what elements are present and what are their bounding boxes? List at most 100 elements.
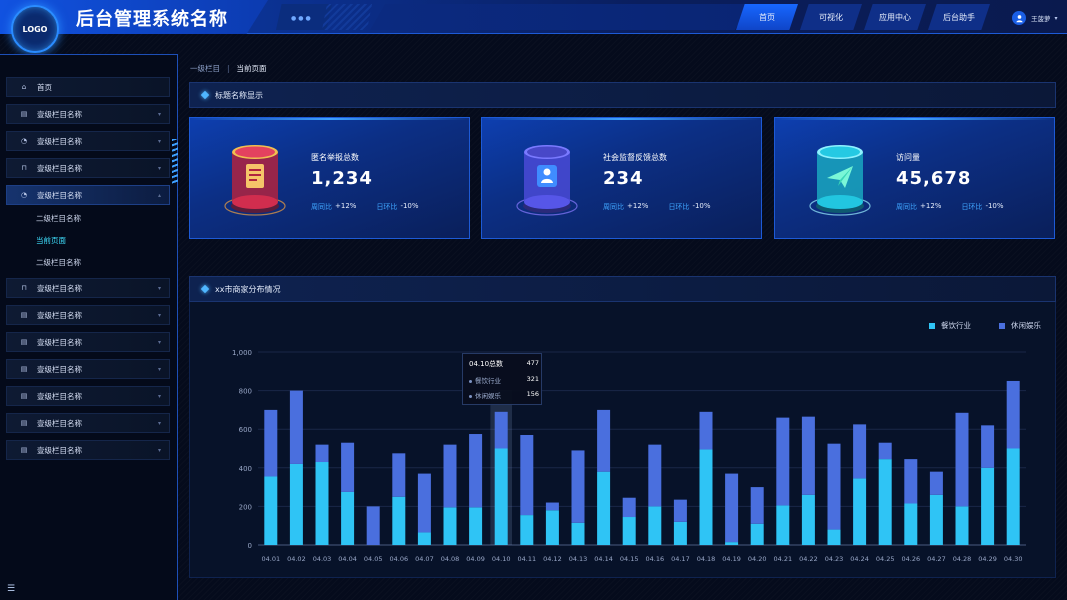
sidebar-item-label: 壹级栏目名称 [37,283,82,293]
card-label: 匿名举报总数 [311,153,359,162]
sidebar-item-11[interactable]: ▤ 壹级栏目名称 ▾ [6,440,170,460]
diamond-icon [200,284,210,294]
chevron-down-icon: ▾ [157,137,161,145]
sidebar-menu: ⌂ 首页 ▤ 壹级栏目名称 ▾ ◔ 壹级栏目名称 ▾ ⊓ 壹级栏目名称 ▾ ◔ … [6,77,170,467]
chart-panel: 餐饮行业 休闲娱乐 [189,302,1056,578]
chevron-up-icon: ▴ [157,191,161,199]
day-value: -10% [985,202,1004,210]
doc-icon: ▤ [20,419,28,427]
stat-card-reports[interactable]: 匿名举报总数 1,234 周同比 +12% 日环比 -10% [189,117,470,239]
tooltip-series-value: 321 [526,375,539,383]
caret-down-icon: ▾ [1054,14,1058,22]
sidebar-item-label: 壹级栏目名称 [37,310,82,320]
card-label: 社会监督反馈总数 [603,153,667,162]
header-stripes [322,4,372,30]
card-stats: 周同比 +12% 日环比 -10% [896,202,1024,212]
chevron-down-icon: ▾ [157,311,161,319]
doc-icon: ▤ [20,110,28,118]
stats-panel-header: 标题名称显示 [189,82,1056,108]
card-value: 234 [603,168,644,189]
sidebar-item-1[interactable]: ▤ 壹级栏目名称 ▾ [6,104,170,124]
tooltip-total: 477 [526,359,539,367]
sidebar-subitem-current[interactable]: 当前页面 [6,229,170,251]
card-value: 1,234 [311,168,373,189]
sidebar-subitem[interactable]: 二级栏目名称 [6,207,170,229]
doc-icon: ▤ [20,392,28,400]
sidebar-item-label: 壹级栏目名称 [37,163,82,173]
doc-icon: ▤ [20,446,28,454]
sidebar-item-label: 壹级栏目名称 [37,190,82,200]
user-name: 王菠萝 [1031,15,1051,23]
sidebar-edge-decoration [172,139,178,185]
tooltip-series-name: 休闲娱乐 [475,392,501,400]
avatar [1012,11,1026,25]
lock-icon: ⊓ [21,164,27,172]
chevron-down-icon: ▾ [157,446,161,454]
logo[interactable]: LOGO [11,5,59,53]
card-value: 45,678 [896,168,972,189]
chart-panel-header: xx市商家分布情况 [189,276,1056,302]
sidebar: ⌂ 首页 ▤ 壹级栏目名称 ▾ ◔ 壹级栏目名称 ▾ ⊓ 壹级栏目名称 ▾ ◔ … [0,54,178,600]
sidebar-item-5[interactable]: ⊓ 壹级栏目名称 ▾ [6,278,170,298]
stats-panel-title: 标题名称显示 [215,90,263,100]
day-label: 日环比 [961,203,983,211]
lock-icon: ⊓ [21,284,27,292]
top-header: 后台管理系统名称 ●●● 首页 可视化 应用中心 后台助手 王菠萝 ▾ [0,0,1067,40]
paper-plane-icon [809,145,871,216]
tooltip-series-value: 156 [526,390,539,398]
day-label: 日环比 [668,203,690,211]
sidebar-item-label: 壹级栏目名称 [37,391,82,401]
legend-item-leisure[interactable]: 休闲娱乐 [999,320,1041,331]
sidebar-subitem[interactable]: 二级栏目名称 [6,251,170,273]
chart-tooltip: 04.10总数 477 餐饮行业 321 休闲娱乐 156 [462,353,542,405]
nav-item-assistant[interactable]: 后台助手 [928,4,990,30]
sidebar-item-home[interactable]: ⌂ 首页 [6,77,170,97]
day-value: -10% [400,202,419,210]
sidebar-item-label: 壹级栏目名称 [37,418,82,428]
header-bar-segment [370,4,750,30]
nav-item-home[interactable]: 首页 [736,4,798,30]
sidebar-item-label: 壹级栏目名称 [37,109,82,119]
chevron-down-icon: ▾ [157,164,161,172]
tooltip-series-name: 餐饮行业 [475,377,501,385]
week-value: +12% [627,202,649,210]
sidebar-item-label: 首页 [37,82,52,92]
sidebar-item-3[interactable]: ⊓ 壹级栏目名称 ▾ [6,158,170,178]
person-card-icon [516,145,578,216]
chevron-down-icon: ▾ [157,110,161,118]
home-icon: ⌂ [21,83,27,91]
sidebar-item-2[interactable]: ◔ 壹级栏目名称 ▾ [6,131,170,151]
sidebar-item-label: 壹级栏目名称 [37,364,82,374]
top-nav: 首页 可视化 应用中心 后台助手 [736,4,992,30]
report-icon [224,145,286,216]
chevron-down-icon: ▾ [157,338,161,346]
bullet-icon [469,394,472,398]
pie-icon: ◔ [20,137,28,145]
breadcrumb-level1[interactable]: 一级栏目 [190,63,220,74]
sidebar-submenu: 二级栏目名称 当前页面 二级栏目名称 [6,207,170,273]
week-value: +12% [920,202,942,210]
diamond-icon [200,90,210,100]
week-label: 周同比 [311,203,332,211]
day-label: 日环比 [376,203,398,211]
chevron-down-icon: ▾ [157,419,161,427]
sidebar-item-9[interactable]: ▤ 壹级栏目名称 ▾ [6,386,170,406]
stat-card-feedback[interactable]: 社会监督反馈总数 234 周同比 +12% 日环比 -10% [481,117,762,239]
chevron-down-icon: ▾ [157,365,161,373]
sidebar-item-7[interactable]: ▤ 壹级栏目名称 ▾ [6,332,170,352]
breadcrumb-separator: | [227,64,230,73]
collapse-menu-icon[interactable]: ☰ [7,584,15,594]
legend-item-catering[interactable]: 餐饮行业 [929,320,971,331]
sidebar-item-6[interactable]: ▤ 壹级栏目名称 ▾ [6,305,170,325]
chevron-down-icon: ▾ [157,392,161,400]
app-title: 后台管理系统名称 [76,9,228,30]
sidebar-item-label: 壹级栏目名称 [37,136,82,146]
stat-card-visits[interactable]: 访问量 45,678 周同比 +12% 日环比 -10% [774,117,1055,239]
user-menu[interactable]: 王菠萝 ▾ [1012,11,1058,25]
nav-item-app-center[interactable]: 应用中心 [864,4,926,30]
sidebar-item-8[interactable]: ▤ 壹级栏目名称 ▾ [6,359,170,379]
chart-legend: 餐饮行业 休闲娱乐 [901,320,1041,331]
nav-item-visualization[interactable]: 可视化 [800,4,862,30]
sidebar-item-4-expanded[interactable]: ◔ 壹级栏目名称 ▴ [6,185,170,205]
sidebar-item-10[interactable]: ▤ 壹级栏目名称 ▾ [6,413,170,433]
